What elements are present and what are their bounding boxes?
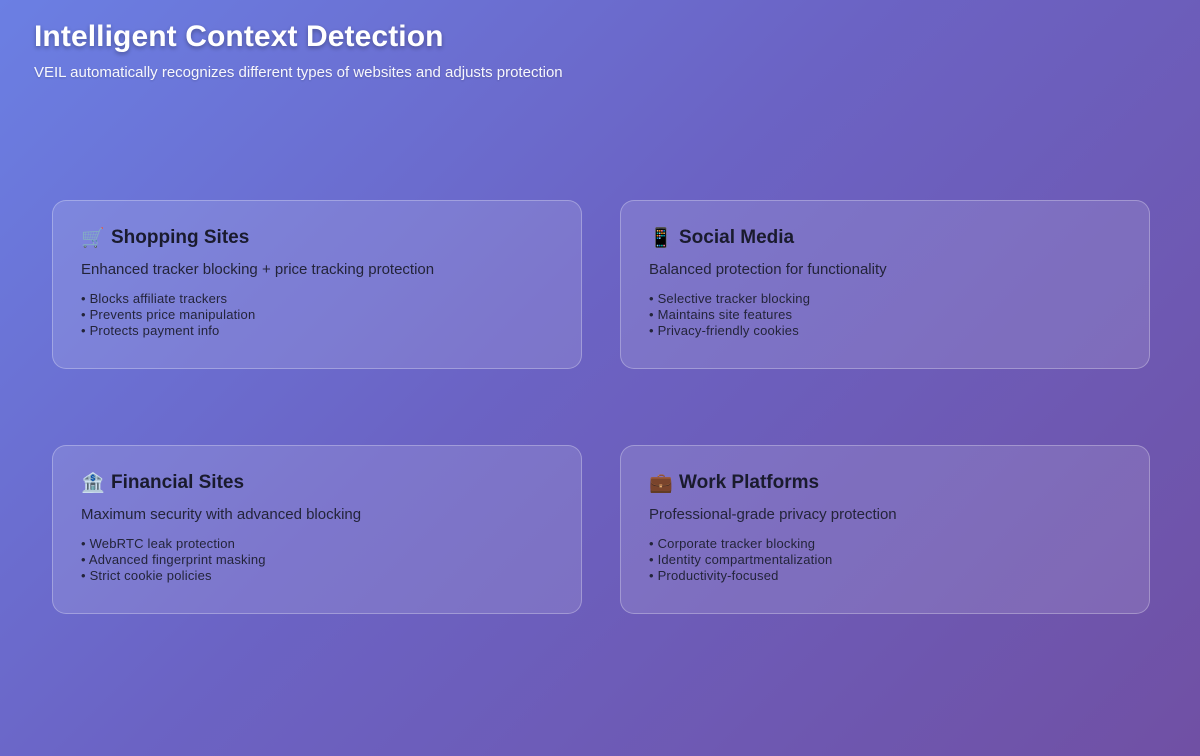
- feature-list: • Blocks affiliate trackers • Prevents p…: [81, 291, 553, 339]
- feature-list: • Selective tracker blocking • Maintains…: [649, 291, 1121, 339]
- card-title: Social Media: [679, 227, 795, 248]
- card-description: Balanced protection for functionality: [649, 261, 887, 278]
- feature-list: • WebRTC leak protection • Advanced fing…: [81, 536, 553, 584]
- page-title: Intelligent Context Detection: [34, 20, 444, 53]
- bank-icon: 🏦: [81, 471, 105, 494]
- card-social-media[interactable]: 📱 Social Media Balanced protection for f…: [620, 200, 1150, 369]
- context-cards-grid: 🛒 Shopping Sites Enhanced tracker blocki…: [52, 200, 1150, 614]
- feature-item: • Identity compartmentalization: [649, 552, 833, 567]
- feature-item: • Protects payment info: [81, 323, 220, 338]
- page-subtitle: VEIL automatically recognizes different …: [34, 64, 563, 81]
- mobile-phone-icon: 📱: [649, 226, 673, 249]
- card-header: 💼 Work Platforms: [649, 472, 1121, 494]
- page-header: Intelligent Context Detection VEIL autom…: [34, 20, 563, 81]
- card-shopping-sites[interactable]: 🛒 Shopping Sites Enhanced tracker blocki…: [52, 200, 582, 369]
- card-financial-sites[interactable]: 🏦 Financial Sites Maximum security with …: [52, 445, 582, 614]
- feature-item: • Selective tracker blocking: [649, 291, 811, 306]
- card-title: Shopping Sites: [111, 227, 250, 248]
- card-title: Work Platforms: [679, 472, 820, 493]
- feature-item: • Strict cookie policies: [81, 568, 212, 583]
- feature-item: • Blocks affiliate trackers: [81, 291, 228, 306]
- card-description: Enhanced tracker blocking + price tracki…: [81, 261, 435, 278]
- briefcase-icon: 💼: [649, 471, 673, 494]
- feature-item: • Productivity-focused: [649, 568, 779, 583]
- feature-item: • WebRTC leak protection: [81, 536, 236, 551]
- feature-item: • Maintains site features: [649, 307, 793, 322]
- feature-item: • Privacy-friendly cookies: [649, 323, 799, 338]
- shopping-cart-icon: 🛒: [81, 226, 105, 249]
- card-header: 🛒 Shopping Sites: [81, 227, 553, 249]
- card-header: 🏦 Financial Sites: [81, 472, 553, 494]
- feature-item: • Advanced fingerprint masking: [81, 552, 266, 567]
- feature-item: • Corporate tracker blocking: [649, 536, 816, 551]
- feature-list: • Corporate tracker blocking • Identity …: [649, 536, 1121, 584]
- card-description: Professional-grade privacy protection: [649, 506, 897, 523]
- card-work-platforms[interactable]: 💼 Work Platforms Professional-grade priv…: [620, 445, 1150, 614]
- card-title: Financial Sites: [111, 472, 245, 493]
- feature-item: • Prevents price manipulation: [81, 307, 256, 322]
- card-description: Maximum security with advanced blocking: [81, 506, 362, 523]
- card-header: 📱 Social Media: [649, 227, 1121, 249]
